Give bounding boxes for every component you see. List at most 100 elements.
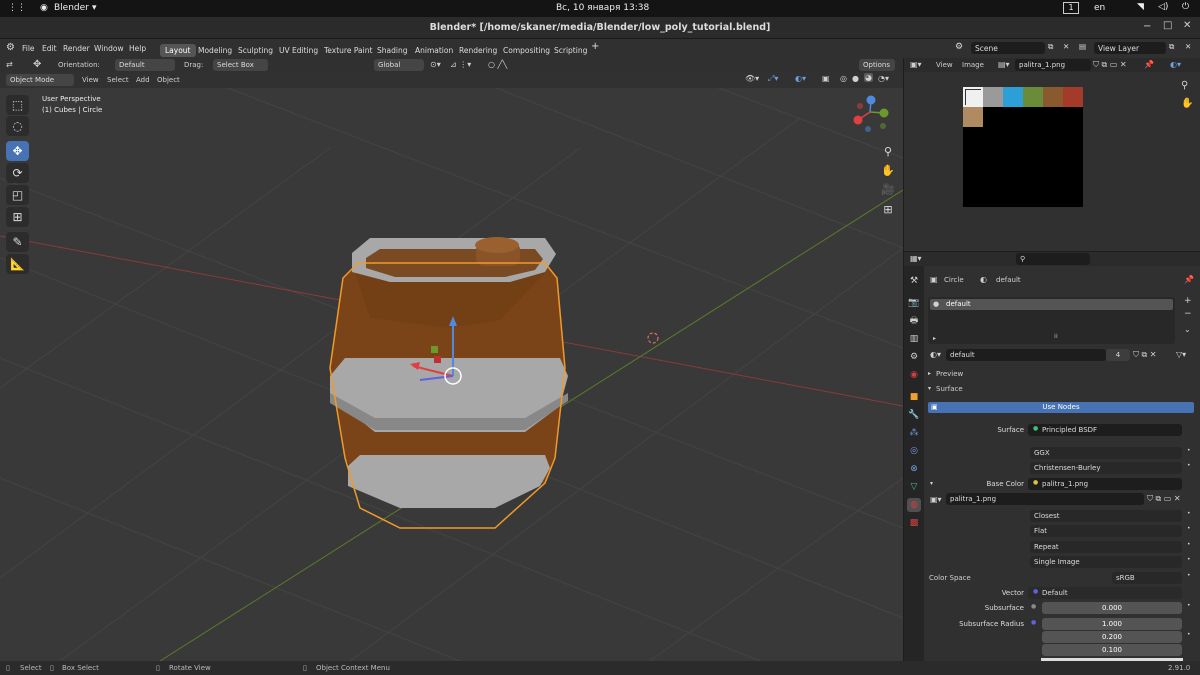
material-slot-item[interactable]: ● default [930, 299, 1173, 310]
tab-sculpting[interactable]: Sculpting [233, 44, 278, 57]
radius-z-field[interactable]: 0.100 [1042, 644, 1182, 656]
keyframe-dot-icon[interactable]: • [1187, 631, 1191, 638]
particles-tab-icon[interactable]: ⁂ [907, 426, 921, 440]
base-color-field[interactable]: palitra_1.png [1028, 478, 1182, 490]
remove-slot-icon[interactable]: − [1184, 309, 1192, 319]
projection-dropdown[interactable]: Flat [1030, 525, 1182, 537]
measure-tool-icon[interactable]: 📐 [6, 254, 29, 274]
menu-select[interactable]: Select [107, 76, 129, 84]
navigation-gizmo[interactable] [853, 95, 889, 133]
keyframe-dot-icon[interactable]: • [1187, 556, 1191, 563]
gizmo-toggle-icon[interactable]: ⤢▾ [768, 74, 778, 84]
chevron-down-icon[interactable]: ▾ [928, 385, 931, 392]
physics-tab-icon[interactable]: ◎ [907, 444, 921, 458]
render-tab-icon[interactable]: 📷 [907, 296, 921, 310]
subsurface-slider[interactable]: 0.000 [1042, 602, 1182, 614]
keyframe-dot-icon[interactable]: • [1187, 602, 1191, 609]
material-users-count[interactable]: 4 [1106, 349, 1130, 361]
image-name-field[interactable]: palitra_1.png [1015, 59, 1091, 71]
pan-hand-icon[interactable]: ✋ [1181, 98, 1193, 109]
texture-image[interactable] [963, 87, 1083, 207]
new-view-layer-icon[interactable]: ⧉ [1169, 42, 1174, 52]
menu-help[interactable]: Help [129, 44, 146, 53]
panel-surface[interactable]: Surface [936, 385, 963, 393]
options-dropdown[interactable]: Options [859, 59, 895, 71]
move-tool-button[interactable]: ✥ [6, 141, 29, 161]
image-name-field[interactable]: palitra_1.png [946, 493, 1144, 505]
pin-icon[interactable]: 📌 [1144, 60, 1154, 69]
tab-texture-paint[interactable]: Texture Paint [319, 44, 377, 57]
view-layer-field[interactable]: View Layer [1094, 42, 1166, 54]
vector-field[interactable]: Default [1028, 587, 1182, 599]
overlay-toggle-icon[interactable]: ◐▾ [795, 74, 806, 83]
list-resize-handle[interactable]: ⁞⁞ [1054, 333, 1058, 340]
chevron-down-icon[interactable]: ▾ [930, 480, 933, 487]
properties-search-input[interactable]: ⚲ [1016, 253, 1090, 265]
tool-tab-icon[interactable]: ⚒ [907, 274, 921, 288]
panel-preview[interactable]: Preview [936, 370, 963, 378]
transform-orientation-dropdown[interactable]: Global [374, 59, 424, 71]
zoom-icon[interactable]: ⚲ [878, 145, 898, 163]
camera-icon[interactable]: 🎥 [878, 183, 898, 201]
solid-shading-icon[interactable]: ● [852, 74, 859, 83]
add-workspace-icon[interactable]: + [591, 41, 599, 52]
wifi-icon[interactable]: ◥ [1137, 2, 1144, 12]
power-icon[interactable]: ⏻ [1182, 2, 1189, 12]
use-nodes-button[interactable]: Use Nodes [928, 402, 1194, 413]
pin-icon[interactable]: 📌 [1184, 275, 1194, 284]
blender-logo-icon[interactable]: ⚙ [6, 42, 15, 53]
menu-add[interactable]: Add [136, 76, 150, 84]
editor-type-icon[interactable]: ▦▾ [910, 254, 922, 263]
tab-animation[interactable]: Animation [410, 44, 458, 57]
extension-dropdown[interactable]: Repeat [1030, 541, 1182, 553]
menu-image[interactable]: Image [962, 61, 984, 69]
expand-icon[interactable]: ▸ [933, 335, 936, 342]
menu-view[interactable]: View [936, 61, 953, 69]
tab-layout[interactable]: Layout [160, 44, 196, 57]
annotate-tool-icon[interactable]: ✎ [6, 232, 29, 252]
scene-icon[interactable]: ⚙ [955, 42, 963, 52]
menu-view[interactable]: View [82, 76, 99, 84]
color-space-dropdown[interactable]: sRGB [1112, 572, 1182, 584]
data-tab-icon[interactable]: ▽ [907, 480, 921, 494]
material-browse-icon[interactable]: ◐▾ [930, 350, 941, 359]
tool-icon[interactable]: ⇄ [6, 60, 13, 69]
volume-icon[interactable]: ◁) [1158, 2, 1168, 12]
keyframe-dot-icon[interactable]: • [1187, 462, 1191, 469]
tab-modeling[interactable]: Modeling [193, 44, 237, 57]
xray-icon[interactable]: ▣ [822, 74, 830, 83]
source-dropdown[interactable]: Single Image [1030, 556, 1182, 568]
surface-shader-field[interactable]: Principled BSDF [1028, 424, 1182, 436]
modifier-tab-icon[interactable]: 🔧 [907, 408, 921, 422]
link-dropdown-icon[interactable]: ▽▾ [1176, 350, 1186, 359]
material-slot-list[interactable]: ● default ▸ ⁞⁞ [928, 297, 1175, 344]
editor-type-icon[interactable]: ▣▾ [910, 60, 922, 69]
delete-scene-icon[interactable]: ✕ [1063, 42, 1069, 51]
properties-editor[interactable]: ▦▾ ⚲ ⚒ 📷 🖶 ▥ ⚙ ◉ ■ 🔧 ⁂ ◎ ⊗ ▽ ◍ ▩ ▣ Circl… [904, 252, 1200, 661]
apps-grid-icon[interactable]: ⋮⋮ [8, 3, 26, 13]
interpolation-dropdown[interactable]: Closest [1030, 510, 1182, 522]
3d-cursor[interactable] [647, 332, 659, 344]
snap-icon[interactable]: ⊿ ⋮▾ [450, 60, 471, 69]
3d-viewport[interactable]: ⇄ ✥ Orientation: Default Drag: Select Bo… [0, 58, 903, 661]
object-tab-icon[interactable]: ■ [907, 390, 921, 404]
grid-view-icon[interactable]: ⊞ [878, 203, 898, 221]
chevron-down-icon[interactable]: ▾ [92, 3, 97, 13]
image-actions-icon[interactable]: ⛉ ⧉ ▭ ✕ [1147, 494, 1181, 504]
visibility-icon[interactable]: 👁▾ [745, 74, 759, 83]
select-tool-icon[interactable]: ⬚ [6, 95, 29, 115]
output-tab-icon[interactable]: 🖶 [907, 314, 921, 328]
menu-edit[interactable]: Edit [42, 44, 57, 53]
fake-user-icon[interactable]: ⛉ ⧉ ▭ ✕ [1093, 60, 1127, 70]
subsurface-method-dropdown[interactable]: Christensen-Burley [1030, 462, 1182, 474]
rotate-tool-icon[interactable]: ⟳ [6, 163, 29, 183]
tab-uv-editing[interactable]: UV Editing [274, 44, 323, 57]
close-icon[interactable]: ✕ [1183, 20, 1191, 31]
world-tab-icon[interactable]: ◉ [907, 368, 921, 382]
new-scene-icon[interactable]: ⧉ [1048, 42, 1053, 52]
clock[interactable]: Вс, 10 января 13:38 [556, 3, 649, 13]
keyframe-dot-icon[interactable]: • [1187, 510, 1191, 517]
scene-tab-icon[interactable]: ⚙ [907, 350, 921, 364]
transform-tool-icon[interactable]: ⊞ [6, 207, 29, 227]
menu-object[interactable]: Object [157, 76, 180, 84]
